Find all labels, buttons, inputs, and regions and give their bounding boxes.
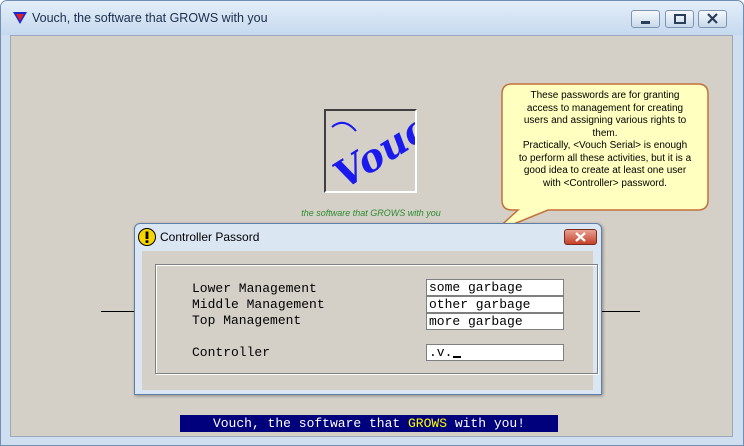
middle-management-field[interactable]: other garbage <box>426 296 564 313</box>
callout-line: to perform all these activities, but it … <box>518 152 692 164</box>
status-text-before: Vouch, the software that <box>212 416 408 431</box>
callout-line: with <Controller> password. <box>543 177 667 189</box>
top-management-field[interactable]: more garbage <box>426 313 564 330</box>
status-text-highlight: GROWS <box>408 416 448 431</box>
callout-line: good idea to create at least one user <box>523 165 687 176</box>
controller-label: Controller <box>192 345 271 360</box>
top-management-label: Top Management <box>192 313 302 328</box>
status-bar: Vouch, the software that GROWS with you! <box>180 415 558 432</box>
controller-password-dialog: Controller Passord Lower Management Midd… <box>134 223 602 395</box>
callout-line: access to management for creating <box>526 102 684 114</box>
callout-line: Practically, <Vouch Serial> is enough <box>522 140 688 151</box>
callout-line: These passwords are for granting <box>530 90 680 101</box>
middle-management-label: Middle Management <box>192 297 325 312</box>
dialog-title-bar[interactable]: Controller Passord <box>135 224 601 251</box>
text-cursor <box>453 356 462 358</box>
lower-management-label: Lower Management <box>192 281 317 296</box>
lower-management-field[interactable]: some garbage <box>426 279 564 296</box>
controller-field[interactable]: .v. <box>426 344 564 361</box>
dialog-title: Controller Passord <box>160 230 260 244</box>
callout-text: These passwords are for granting access … <box>506 90 704 190</box>
status-text-after: with you! <box>447 416 526 431</box>
close-icon <box>575 232 586 242</box>
dialog-close-button[interactable] <box>564 229 597 245</box>
password-group: Lower Management Middle Management Top M… <box>155 264 598 374</box>
callout-line: them. <box>592 127 618 139</box>
callout-line: users and assigning various rights to <box>523 115 687 126</box>
warning-icon <box>138 228 156 246</box>
